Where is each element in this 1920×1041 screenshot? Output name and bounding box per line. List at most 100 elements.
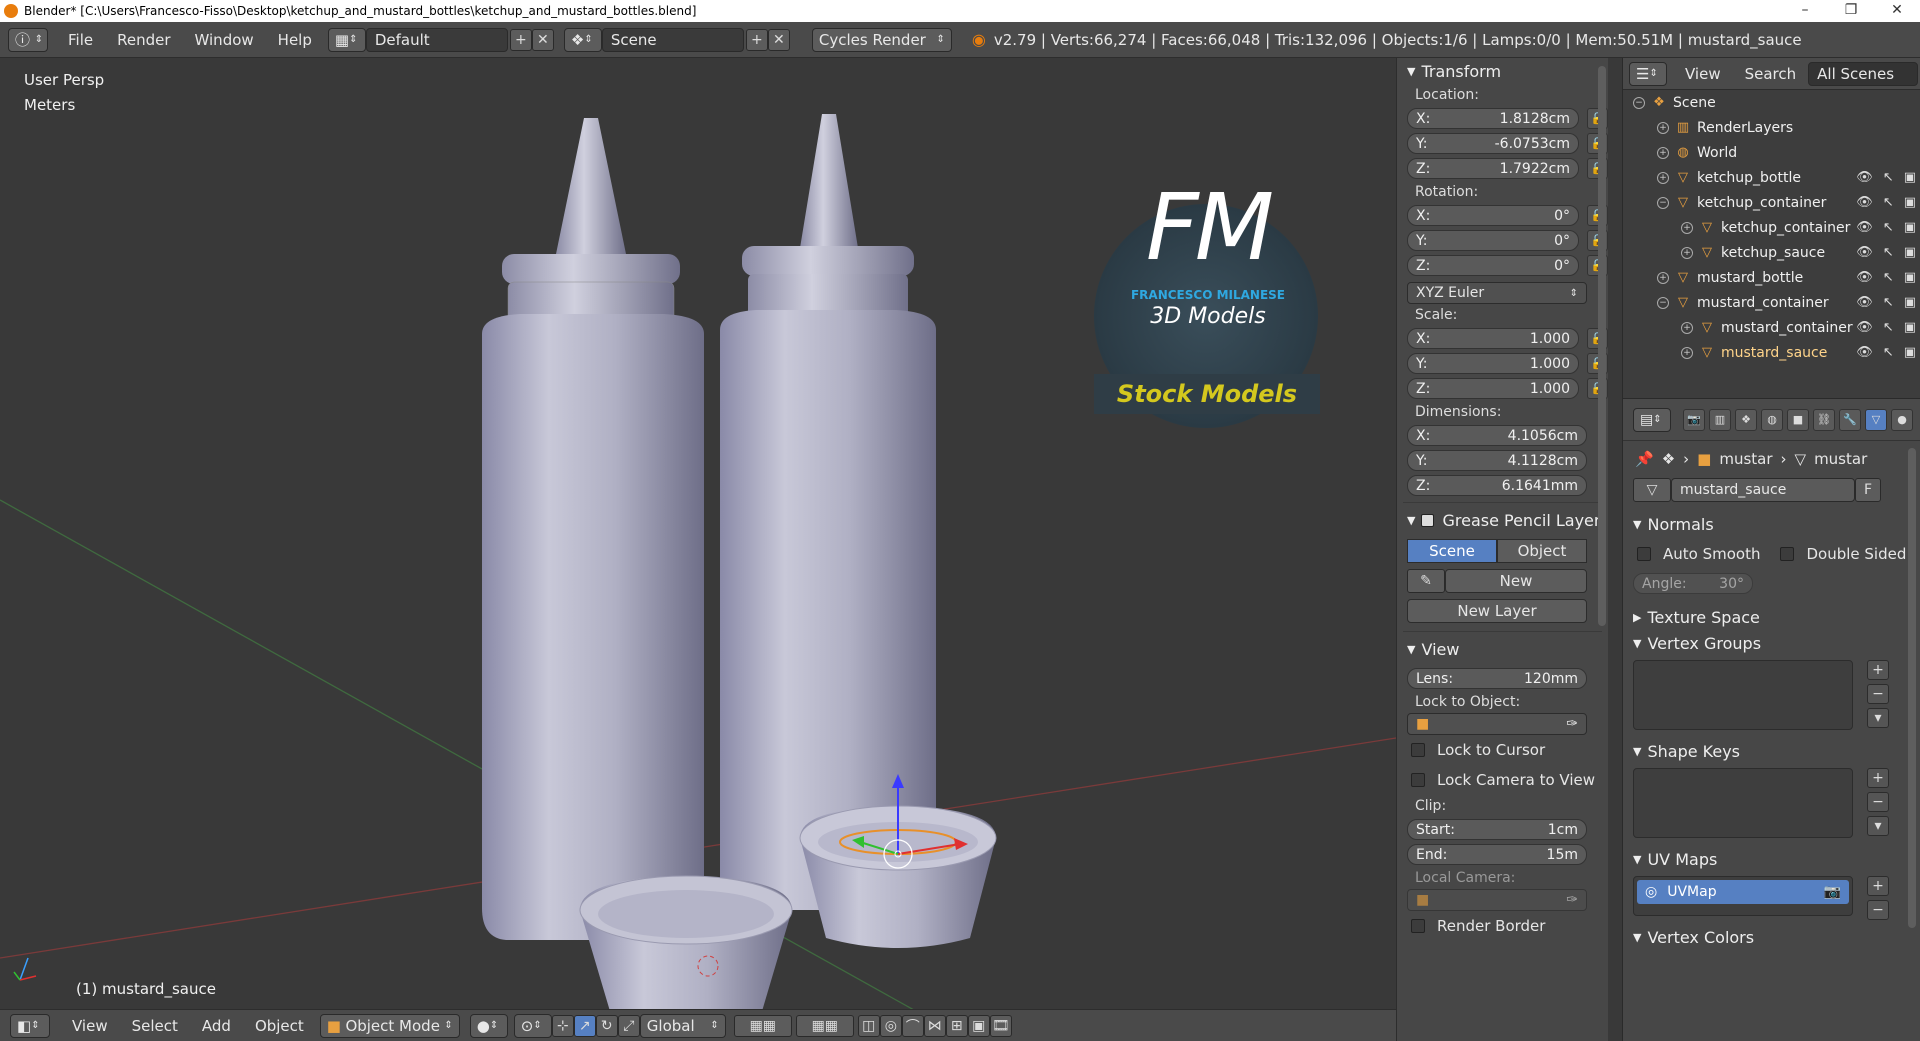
properties-scrollbar[interactable] (1908, 448, 1916, 928)
auto-smooth-checkbox[interactable] (1637, 547, 1651, 561)
view-panel-header[interactable]: ▼ View (1397, 636, 1608, 662)
remove-icon[interactable]: − (1867, 792, 1889, 812)
minimize-button[interactable]: – (1782, 0, 1828, 22)
cursor-icon[interactable]: ↖ (1883, 295, 1894, 310)
close-button[interactable]: ✕ (1874, 0, 1920, 22)
outliner-item-RenderLayers[interactable]: + ▥ RenderLayers (1623, 115, 1920, 140)
menu-select[interactable]: Select (120, 1017, 190, 1035)
scale-x-field[interactable]: X: 1.000 (1407, 328, 1579, 349)
outliner-item-ketchup-container[interactable]: − ▽ ketchup_container 👁 ↖ ▣ (1623, 190, 1920, 215)
cursor-icon[interactable]: ↖ (1883, 320, 1894, 335)
menu-help[interactable]: Help (266, 31, 324, 49)
grease-object-button[interactable]: Object (1497, 539, 1587, 563)
snap-element-icon[interactable]: ⊞ (945, 1014, 968, 1037)
rotate-manipulator-icon[interactable]: ↻ (595, 1014, 618, 1037)
eye-icon[interactable]: 👁 (1856, 220, 1873, 235)
camera-render-icon[interactable]: ▣ (1904, 295, 1916, 310)
outliner-menu-search[interactable]: Search (1733, 65, 1809, 83)
shading-select[interactable]: ● ⇕ (469, 1013, 508, 1038)
location-y-field[interactable]: Y: -6.0753cm (1407, 133, 1579, 154)
outliner-item-mustard-container[interactable]: − ▽ mustard_container 👁 ↖ ▣ (1623, 290, 1920, 315)
expand-toggle-icon[interactable]: + (1657, 271, 1669, 284)
outliner-item-mustard-sauce[interactable]: + ▽ mustard_sauce 👁 ↖ ▣ (1623, 340, 1920, 365)
expand-toggle-icon[interactable]: − (1657, 196, 1669, 209)
menu-add[interactable]: Add (190, 1017, 243, 1035)
expand-toggle-icon[interactable]: − (1633, 96, 1645, 109)
auto-smooth-angle-field[interactable]: Angle: 30° (1633, 573, 1753, 594)
grease-new-layer-button[interactable]: New Layer (1407, 599, 1587, 623)
vertex-colors-panel-header[interactable]: ▼ Vertex Colors (1623, 924, 1920, 950)
translate-manipulator-icon[interactable]: ↗ (573, 1014, 596, 1037)
grease-pencil-panel-header[interactable]: ▼ Grease Pencil Layer (1397, 507, 1608, 533)
vertex-groups-panel-header[interactable]: ▼ Vertex Groups (1623, 630, 1920, 656)
eyedropper-icon[interactable]: ✑ (1566, 892, 1578, 908)
local-camera-field[interactable]: ■ ✑ (1407, 889, 1587, 911)
outliner-item-ketchup-sauce[interactable]: + ▽ ketchup_sauce 👁 ↖ ▣ (1623, 240, 1920, 265)
expand-toggle-icon[interactable]: + (1681, 321, 1693, 334)
cursor-icon[interactable]: ↖ (1883, 345, 1894, 360)
editor-type-3dview-button[interactable]: ◧ ⇕ (10, 1013, 50, 1038)
maximize-button[interactable]: ❐ (1828, 0, 1874, 22)
expand-toggle-icon[interactable]: + (1657, 121, 1669, 134)
outliner-item-ketchup-bottle[interactable]: + ▽ ketchup_bottle 👁 ↖ ▣ (1623, 165, 1920, 190)
auto-smooth-row[interactable]: Auto Smooth (1623, 539, 1760, 569)
add-icon[interactable]: + (1867, 876, 1889, 896)
dimensions-y-field[interactable]: Y: 4.1128cm (1407, 450, 1587, 471)
lock-camera-row[interactable]: Lock Camera to View (1397, 765, 1608, 795)
shape-keys-panel-header[interactable]: ▼ Shape Keys (1623, 738, 1920, 764)
camera-render-icon[interactable]: ▣ (1904, 195, 1916, 210)
add-scene-icon[interactable]: + (745, 28, 768, 51)
camera-render-icon[interactable]: ▣ (1904, 245, 1916, 260)
add-screen-icon[interactable]: + (509, 28, 532, 51)
mesh-data-tab-icon[interactable]: ▽ (1865, 408, 1887, 431)
grease-pencil-enable-checkbox[interactable] (1421, 513, 1435, 527)
pin-icon[interactable]: 📌 (1635, 450, 1654, 468)
expand-toggle-icon[interactable]: + (1681, 346, 1693, 359)
rotation-y-field[interactable]: Y: 0° (1407, 230, 1579, 251)
layers-grid-a-icon[interactable]: ▦▦ (733, 1014, 792, 1037)
editor-type-properties-button[interactable]: ▤ ⇕ (1633, 407, 1671, 432)
expand-toggle-icon[interactable]: + (1681, 221, 1693, 234)
delete-scene-icon[interactable]: ✕ (767, 28, 790, 51)
proportional-falloff-icon[interactable]: ⌒ (901, 1014, 924, 1037)
location-x-field[interactable]: X: 1.8128cm (1407, 108, 1579, 129)
cursor-icon[interactable]: ↖ (1883, 195, 1894, 210)
pivot-select[interactable]: ⊙ ⇕ (513, 1013, 552, 1038)
eye-icon[interactable]: 👁 (1856, 195, 1873, 210)
transform-panel-header[interactable]: ▼ Transform (1397, 58, 1608, 84)
vertex-groups-list[interactable] (1633, 660, 1853, 730)
outliner-display-filter[interactable]: All Scenes (1808, 61, 1919, 86)
uv-map-item[interactable]: ◎ UVMap 📷 (1637, 880, 1849, 904)
scene-icon-button[interactable]: ❖ ⇕ (563, 27, 602, 52)
cursor-icon[interactable]: ↖ (1883, 170, 1894, 185)
render-layers-tab-icon[interactable]: ▥ (1709, 408, 1731, 431)
orientation-select[interactable]: Global ⇕ (639, 1013, 726, 1038)
outliner-item-Scene[interactable]: − ❖ Scene (1623, 90, 1920, 115)
scale-z-field[interactable]: Z: 1.000 (1407, 378, 1579, 399)
menu-object[interactable]: Object (243, 1017, 316, 1035)
camera-render-icon[interactable]: ▣ (1904, 320, 1916, 335)
mesh-browse-icon[interactable]: ▽ (1633, 478, 1671, 502)
camera-icon[interactable]: 📷 (1824, 884, 1841, 900)
uv-maps-panel-header[interactable]: ▼ UV Maps (1623, 846, 1920, 872)
camera-render-icon[interactable]: ▣ (1904, 270, 1916, 285)
object-tab-icon[interactable]: ■ (1787, 408, 1809, 431)
normals-panel-header[interactable]: ▼ Normals (1623, 511, 1920, 537)
fake-user-button[interactable]: F (1855, 478, 1881, 502)
menu-file[interactable]: File (56, 31, 105, 49)
expand-toggle-icon[interactable]: + (1681, 246, 1693, 259)
rotation-mode-select[interactable]: XYZ Euler ⇕ (1407, 282, 1587, 304)
menu-render[interactable]: Render (105, 31, 182, 49)
eye-icon[interactable]: 👁 (1856, 170, 1873, 185)
render-icon[interactable]: ▣ (967, 1014, 990, 1037)
remove-icon[interactable]: − (1867, 900, 1889, 920)
camera-render-icon[interactable]: ▣ (1904, 170, 1916, 185)
double-sided-checkbox[interactable] (1780, 547, 1795, 561)
scene-tab-icon[interactable]: ❖ (1735, 408, 1757, 431)
scale-y-field[interactable]: Y: 1.000 (1407, 353, 1579, 374)
screen-layout-icon-button[interactable]: ▦ ⇕ (327, 27, 366, 52)
lock-camera-checkbox[interactable] (1411, 773, 1425, 787)
eye-icon[interactable]: 👁 (1856, 320, 1873, 335)
shape-keys-list[interactable] (1633, 768, 1853, 838)
cursor-icon[interactable]: ↖ (1883, 270, 1894, 285)
